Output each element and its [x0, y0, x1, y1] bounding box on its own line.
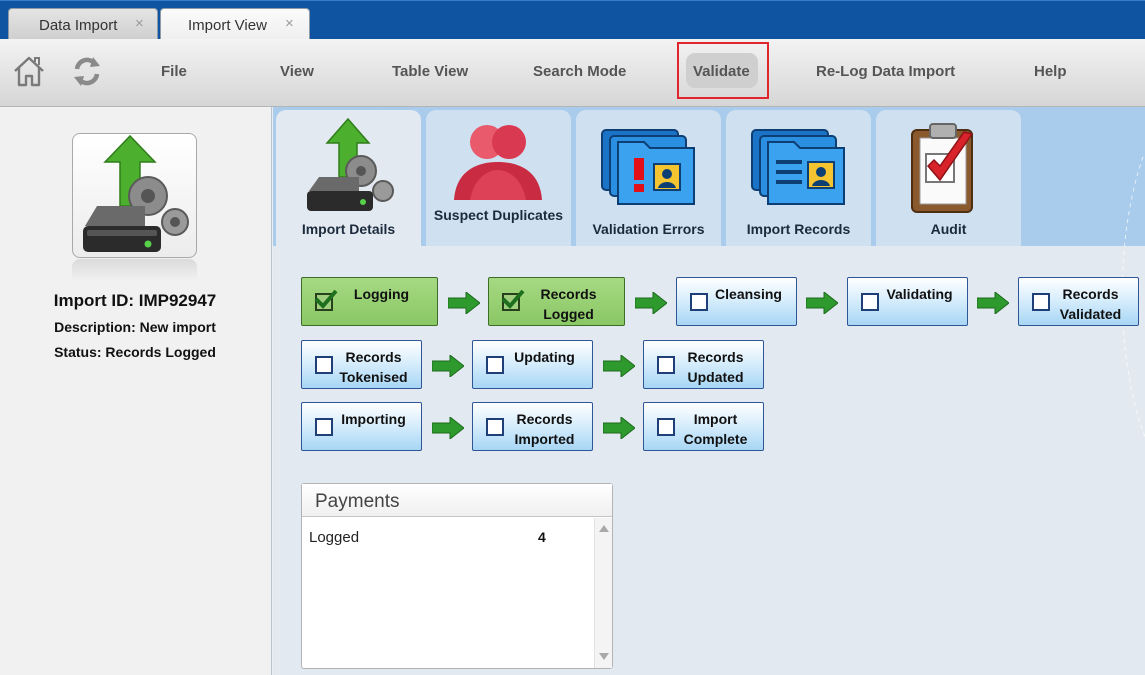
step-checkbox[interactable]	[315, 418, 333, 436]
duplicate-people-icon	[454, 125, 542, 200]
main-content: Import Details Suspect Duplicates Valida…	[273, 107, 1145, 675]
step-label: Records Logged	[540, 286, 597, 322]
menu-help[interactable]: Help	[1034, 63, 1067, 80]
step-label: Records Tokenised	[339, 349, 408, 385]
step-checkbox[interactable]	[690, 293, 708, 311]
tab-data-import[interactable]: Data Import ×	[8, 8, 158, 40]
scroll-down-icon[interactable]	[599, 653, 609, 660]
tab-label: Import View	[188, 17, 267, 34]
import-records-folder-icon	[751, 129, 845, 205]
workflow-step-logging[interactable]: Logging	[301, 277, 438, 326]
scroll-up-icon[interactable]	[599, 525, 609, 532]
tab-suspect-duplicates[interactable]: Suspect Duplicates	[426, 110, 571, 246]
workflow-step-importing[interactable]: Importing	[301, 402, 422, 451]
step-checkbox[interactable]	[657, 418, 675, 436]
document-tab-strip: Data Import × Import View ×	[0, 0, 1145, 41]
workflow-step-updating[interactable]: Updating	[472, 340, 593, 389]
step-label: Importing	[341, 411, 406, 427]
step-label: Cleansing	[715, 286, 782, 302]
close-icon[interactable]: ×	[285, 15, 294, 32]
step-checkbox[interactable]	[861, 293, 879, 311]
scrollbar[interactable]	[594, 518, 612, 668]
payments-title: Payments	[315, 491, 400, 512]
payments-header: Payments	[302, 484, 612, 517]
menu-search-mode[interactable]: Search Mode	[533, 63, 626, 80]
tab-label: Validation Errors	[592, 221, 705, 237]
step-label: Logging	[353, 286, 410, 302]
validation-error-folder-icon	[601, 129, 695, 205]
arrow-right-icon	[603, 355, 635, 377]
payments-row-label: Logged	[309, 529, 360, 546]
step-checkbox[interactable]	[657, 356, 675, 374]
import-id: Import ID: IMP92947	[53, 291, 217, 310]
workflow-step-import-complete[interactable]: Import Complete	[643, 402, 764, 451]
step-label: Updating	[514, 349, 575, 365]
import-description: Description: New import	[54, 319, 216, 335]
highlight-box	[677, 42, 769, 99]
arrow-right-icon	[432, 417, 464, 439]
tab-label: Audit	[930, 221, 967, 237]
home-icon[interactable]	[11, 53, 47, 89]
step-label: Records Validated	[1059, 286, 1122, 322]
step-checkbox[interactable]	[315, 356, 333, 374]
workflow-step-cleansing[interactable]: Cleansing	[676, 277, 797, 326]
step-checkbox[interactable]	[486, 418, 504, 436]
tab-label: Data Import	[39, 17, 118, 34]
payments-row-value: 4	[538, 529, 546, 545]
workflow-step-records-imported[interactable]: Records Imported	[472, 402, 593, 451]
tab-import-records[interactable]: Import Records	[726, 110, 871, 246]
workflow-step-records-logged[interactable]: Records Logged	[488, 277, 625, 326]
arrow-right-icon	[806, 292, 838, 314]
arrow-right-icon	[448, 292, 480, 314]
close-icon[interactable]: ×	[135, 15, 144, 32]
audit-clipboard-icon	[911, 123, 974, 213]
tab-audit[interactable]: Audit	[876, 110, 1021, 246]
step-label: Validating	[886, 286, 953, 302]
refresh-icon[interactable]	[69, 53, 105, 89]
step-checkbox[interactable]	[1032, 293, 1050, 311]
icon-reflection	[72, 259, 197, 281]
tab-validation-errors[interactable]: Validation Errors	[576, 110, 721, 246]
tab-import-view[interactable]: Import View ×	[160, 8, 310, 41]
menu-file[interactable]: File	[161, 63, 187, 80]
menu-table-view[interactable]: Table View	[392, 63, 468, 80]
ribbon-tab-bar: Import Details Suspect Duplicates Valida…	[273, 107, 1145, 246]
toolbar: File View Table View Search Mode Validat…	[0, 39, 1145, 107]
import-status: Status: Records Logged	[54, 344, 216, 360]
step-checkbox[interactable]	[486, 356, 504, 374]
step-label: Import Complete	[683, 411, 748, 447]
workflow-step-validating[interactable]: Validating	[847, 277, 968, 326]
arrow-right-icon	[432, 355, 464, 377]
payments-panel: Payments Logged 4	[301, 483, 613, 669]
import-server-icon	[72, 133, 197, 258]
arrow-right-icon	[603, 417, 635, 439]
arrow-right-icon	[635, 292, 667, 314]
menu-view[interactable]: View	[280, 63, 314, 80]
arrow-right-icon	[977, 292, 1009, 314]
import-server-icon	[307, 117, 394, 211]
step-label: Records Imported	[514, 411, 575, 447]
workflow-step-records-validated[interactable]: Records Validated	[1018, 277, 1139, 326]
menu-relog-data-import[interactable]: Re-Log Data Import	[816, 63, 955, 80]
step-label: Records Updated	[687, 349, 744, 385]
workflow-step-records-updated[interactable]: Records Updated	[643, 340, 764, 389]
tab-label: Suspect Duplicates	[433, 207, 564, 223]
workflow-step-records-tokenised[interactable]: Records Tokenised	[301, 340, 422, 389]
tab-import-details[interactable]: Import Details	[276, 110, 421, 246]
tab-label: Import Records	[746, 221, 851, 237]
import-summary-panel: Import ID: IMP92947 Description: New imp…	[0, 107, 272, 675]
tab-label: Import Details	[301, 221, 396, 237]
